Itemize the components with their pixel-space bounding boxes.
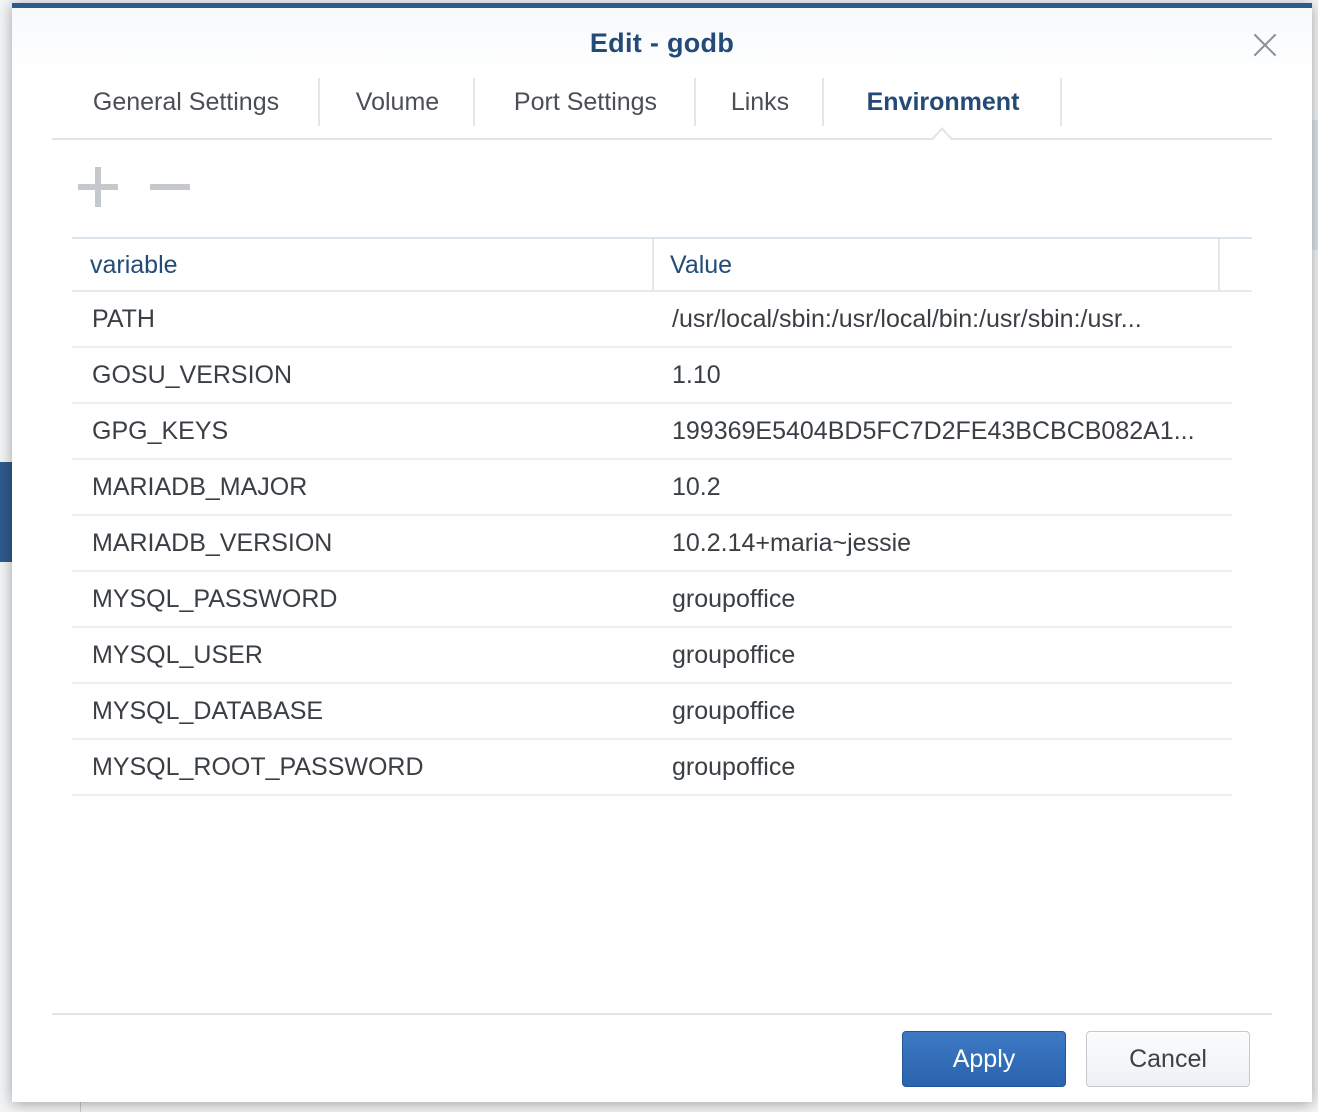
variable-cell: GPG_KEYS: [92, 417, 229, 445]
column-header-variable[interactable]: variable: [90, 239, 178, 292]
value-cell: groupoffice: [672, 585, 796, 613]
table-row[interactable]: GPG_KEYS 199369E5404BD5FC7D2FE43BCBCB082…: [72, 404, 1232, 460]
dialog-title-bar[interactable]: Edit - godb: [12, 8, 1312, 78]
tab-volume[interactable]: Volume: [320, 78, 475, 126]
edit-dialog: Edit - godb General Settings Volume Port…: [12, 3, 1312, 1102]
grid-header: variable Value: [72, 237, 1252, 292]
background-window-accent: [0, 462, 12, 562]
apply-button[interactable]: Apply: [902, 1031, 1066, 1087]
minus-icon[interactable]: [148, 165, 192, 209]
table-row[interactable]: MARIADB_VERSION 10.2.14+maria~jessie: [72, 516, 1232, 572]
close-icon[interactable]: [1250, 30, 1280, 60]
variable-cell: MARIADB_MAJOR: [92, 473, 308, 501]
variable-cell: MYSQL_USER: [92, 641, 263, 669]
dialog-title: Edit - godb: [589, 28, 735, 58]
environment-grid: variable Value PATH /usr/local/sbin:/usr…: [72, 237, 1252, 796]
value-cell: groupoffice: [672, 697, 796, 725]
value-cell: 199369E5404BD5FC7D2FE43BCBCB082A1...: [672, 417, 1195, 445]
table-row[interactable]: GOSU_VERSION 1.10: [72, 348, 1232, 404]
tab-bar: General Settings Volume Port Settings Li…: [52, 78, 1272, 141]
variable-cell: MYSQL_ROOT_PASSWORD: [92, 753, 424, 781]
table-row[interactable]: MYSQL_PASSWORD groupoffice: [72, 572, 1232, 628]
table-row[interactable]: MYSQL_DATABASE groupoffice: [72, 684, 1232, 740]
table-row[interactable]: PATH /usr/local/sbin:/usr/local/bin:/usr…: [72, 292, 1232, 348]
active-tab-indicator: [930, 127, 954, 141]
background-window-rail: [1312, 120, 1318, 250]
tab-general-settings[interactable]: General Settings: [52, 78, 320, 126]
tab-links[interactable]: Links: [696, 78, 824, 126]
column-divider[interactable]: [652, 239, 654, 292]
variable-cell: MARIADB_VERSION: [92, 529, 333, 557]
value-cell: groupoffice: [672, 641, 796, 669]
value-cell: 10.2: [672, 473, 721, 501]
variable-cell: GOSU_VERSION: [92, 361, 293, 389]
column-divider[interactable]: [1218, 239, 1220, 292]
value-cell: groupoffice: [672, 753, 796, 781]
background-divider: [80, 1102, 81, 1112]
plus-icon[interactable]: [76, 165, 120, 209]
tab-divider: [1060, 78, 1062, 126]
tab-port-settings[interactable]: Port Settings: [475, 78, 696, 126]
value-cell: /usr/local/sbin:/usr/local/bin:/usr/sbin…: [672, 305, 1142, 333]
tab-environment[interactable]: Environment: [824, 78, 1062, 126]
variable-cell: MYSQL_DATABASE: [92, 697, 324, 725]
column-header-value[interactable]: Value: [670, 239, 732, 292]
variable-cell: PATH: [92, 305, 155, 333]
value-cell: 10.2.14+maria~jessie: [672, 529, 912, 557]
footer-divider: [52, 1013, 1272, 1015]
cancel-button[interactable]: Cancel: [1086, 1031, 1250, 1087]
table-row[interactable]: MARIADB_MAJOR 10.2: [72, 460, 1232, 516]
table-row[interactable]: MYSQL_USER groupoffice: [72, 628, 1232, 684]
value-cell: 1.10: [672, 361, 721, 389]
variable-cell: MYSQL_PASSWORD: [92, 585, 338, 613]
table-row[interactable]: MYSQL_ROOT_PASSWORD groupoffice: [72, 740, 1232, 796]
